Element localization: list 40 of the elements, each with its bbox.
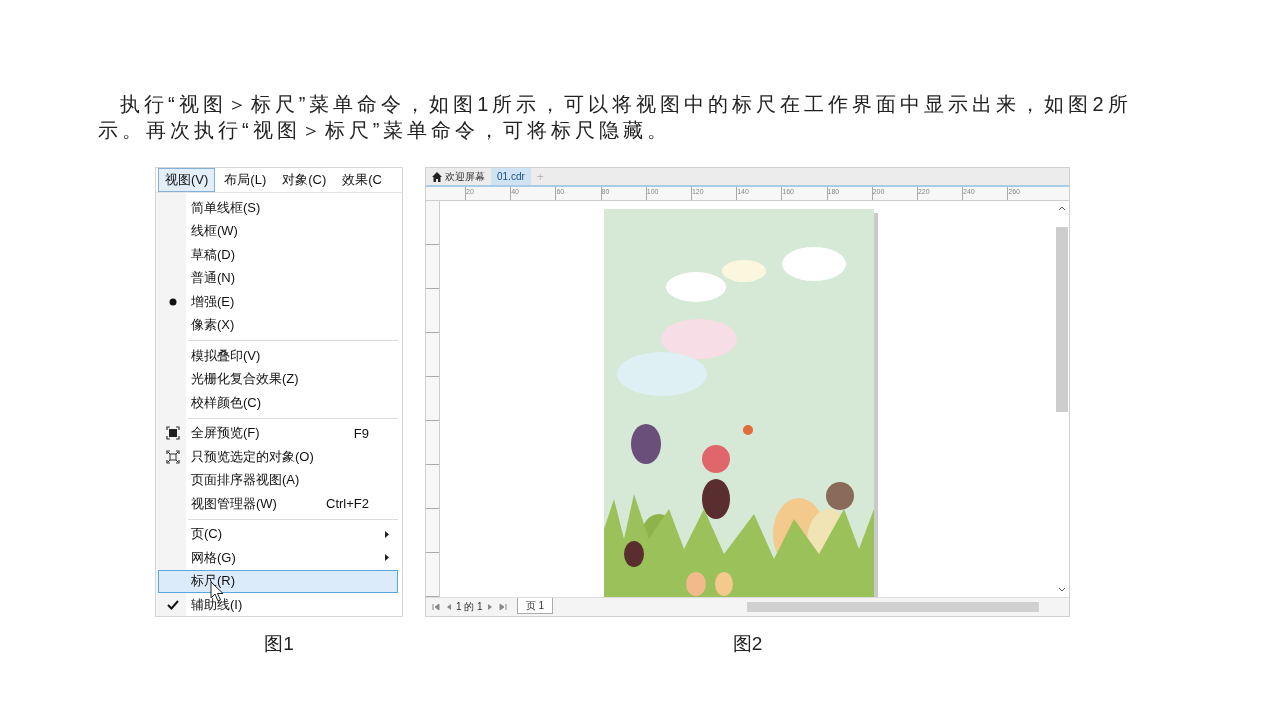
scroll-up-icon[interactable] xyxy=(1058,205,1066,211)
menu-item[interactable]: 普通(N) xyxy=(158,266,398,290)
menu-item[interactable]: 光栅化复合效果(Z) xyxy=(158,367,398,391)
menu-item[interactable]: 辅助线(I) xyxy=(158,593,398,616)
menubar-item[interactable]: 视图(V) xyxy=(158,168,216,192)
menu-item[interactable]: 模拟叠印(V) xyxy=(158,344,398,368)
home-icon xyxy=(432,171,442,182)
menubar-item[interactable]: 效果(C xyxy=(335,168,389,192)
menu-item[interactable]: 增强(E) xyxy=(158,290,398,314)
menu-item[interactable]: 页(C) xyxy=(158,522,398,546)
menu-item[interactable]: 草稿(D) xyxy=(158,243,398,267)
horizontal-scrollbar[interactable] xyxy=(747,602,1039,612)
figure-caption: 图1 xyxy=(264,632,294,656)
fullscreen-icon xyxy=(166,426,180,441)
shortcut-label: F9 xyxy=(353,425,370,441)
figure-caption: 图2 xyxy=(732,632,763,656)
checkmark-icon xyxy=(167,599,179,611)
page-tab[interactable]: 页 1 xyxy=(516,598,554,614)
menu-item[interactable]: 简单线框(S) xyxy=(158,196,398,220)
selection-preview-icon xyxy=(166,449,180,464)
menu-item[interactable]: 校样颜色(C) xyxy=(158,391,398,415)
menu-item[interactable]: 标尺(R) xyxy=(158,569,398,593)
radio-dot-icon xyxy=(169,297,177,306)
last-page-icon[interactable] xyxy=(498,603,507,611)
menu-item[interactable]: 线框(W) xyxy=(158,219,398,243)
menu-item[interactable]: 页面排序器视图(A) xyxy=(158,468,398,492)
document-tab[interactable]: 01.cdr xyxy=(491,168,531,185)
menu-item[interactable]: 只预览选定的对象(O) xyxy=(158,445,398,469)
first-page-icon[interactable] xyxy=(432,603,440,611)
shortcut-label: Ctrl+F2 xyxy=(326,496,370,512)
menubar-item[interactable]: 布局(L) xyxy=(217,168,274,192)
menu-item[interactable]: 视图管理器(W) Ctrl+F2 xyxy=(158,492,398,516)
page-count: 1 的 1 xyxy=(456,600,483,614)
menu-item[interactable]: 全屏预览(F) F9 xyxy=(158,421,398,445)
menu-item[interactable]: 像素(X) xyxy=(158,313,398,337)
scroll-down-icon[interactable] xyxy=(1058,587,1066,593)
menubar-item[interactable]: 对象(C) xyxy=(275,168,334,192)
scrollbar-thumb[interactable] xyxy=(1056,226,1068,412)
body-paragraph: 执行“视图＞标尺”菜单命令，如图1所示，可以将视图中的标尺在工作界面中显示出来，如图2所示。再次执行“视图＞标尺”菜单命令，可将标尺隐藏。 xyxy=(97,92,1133,143)
menu-item[interactable]: 网格(G) xyxy=(158,546,398,570)
